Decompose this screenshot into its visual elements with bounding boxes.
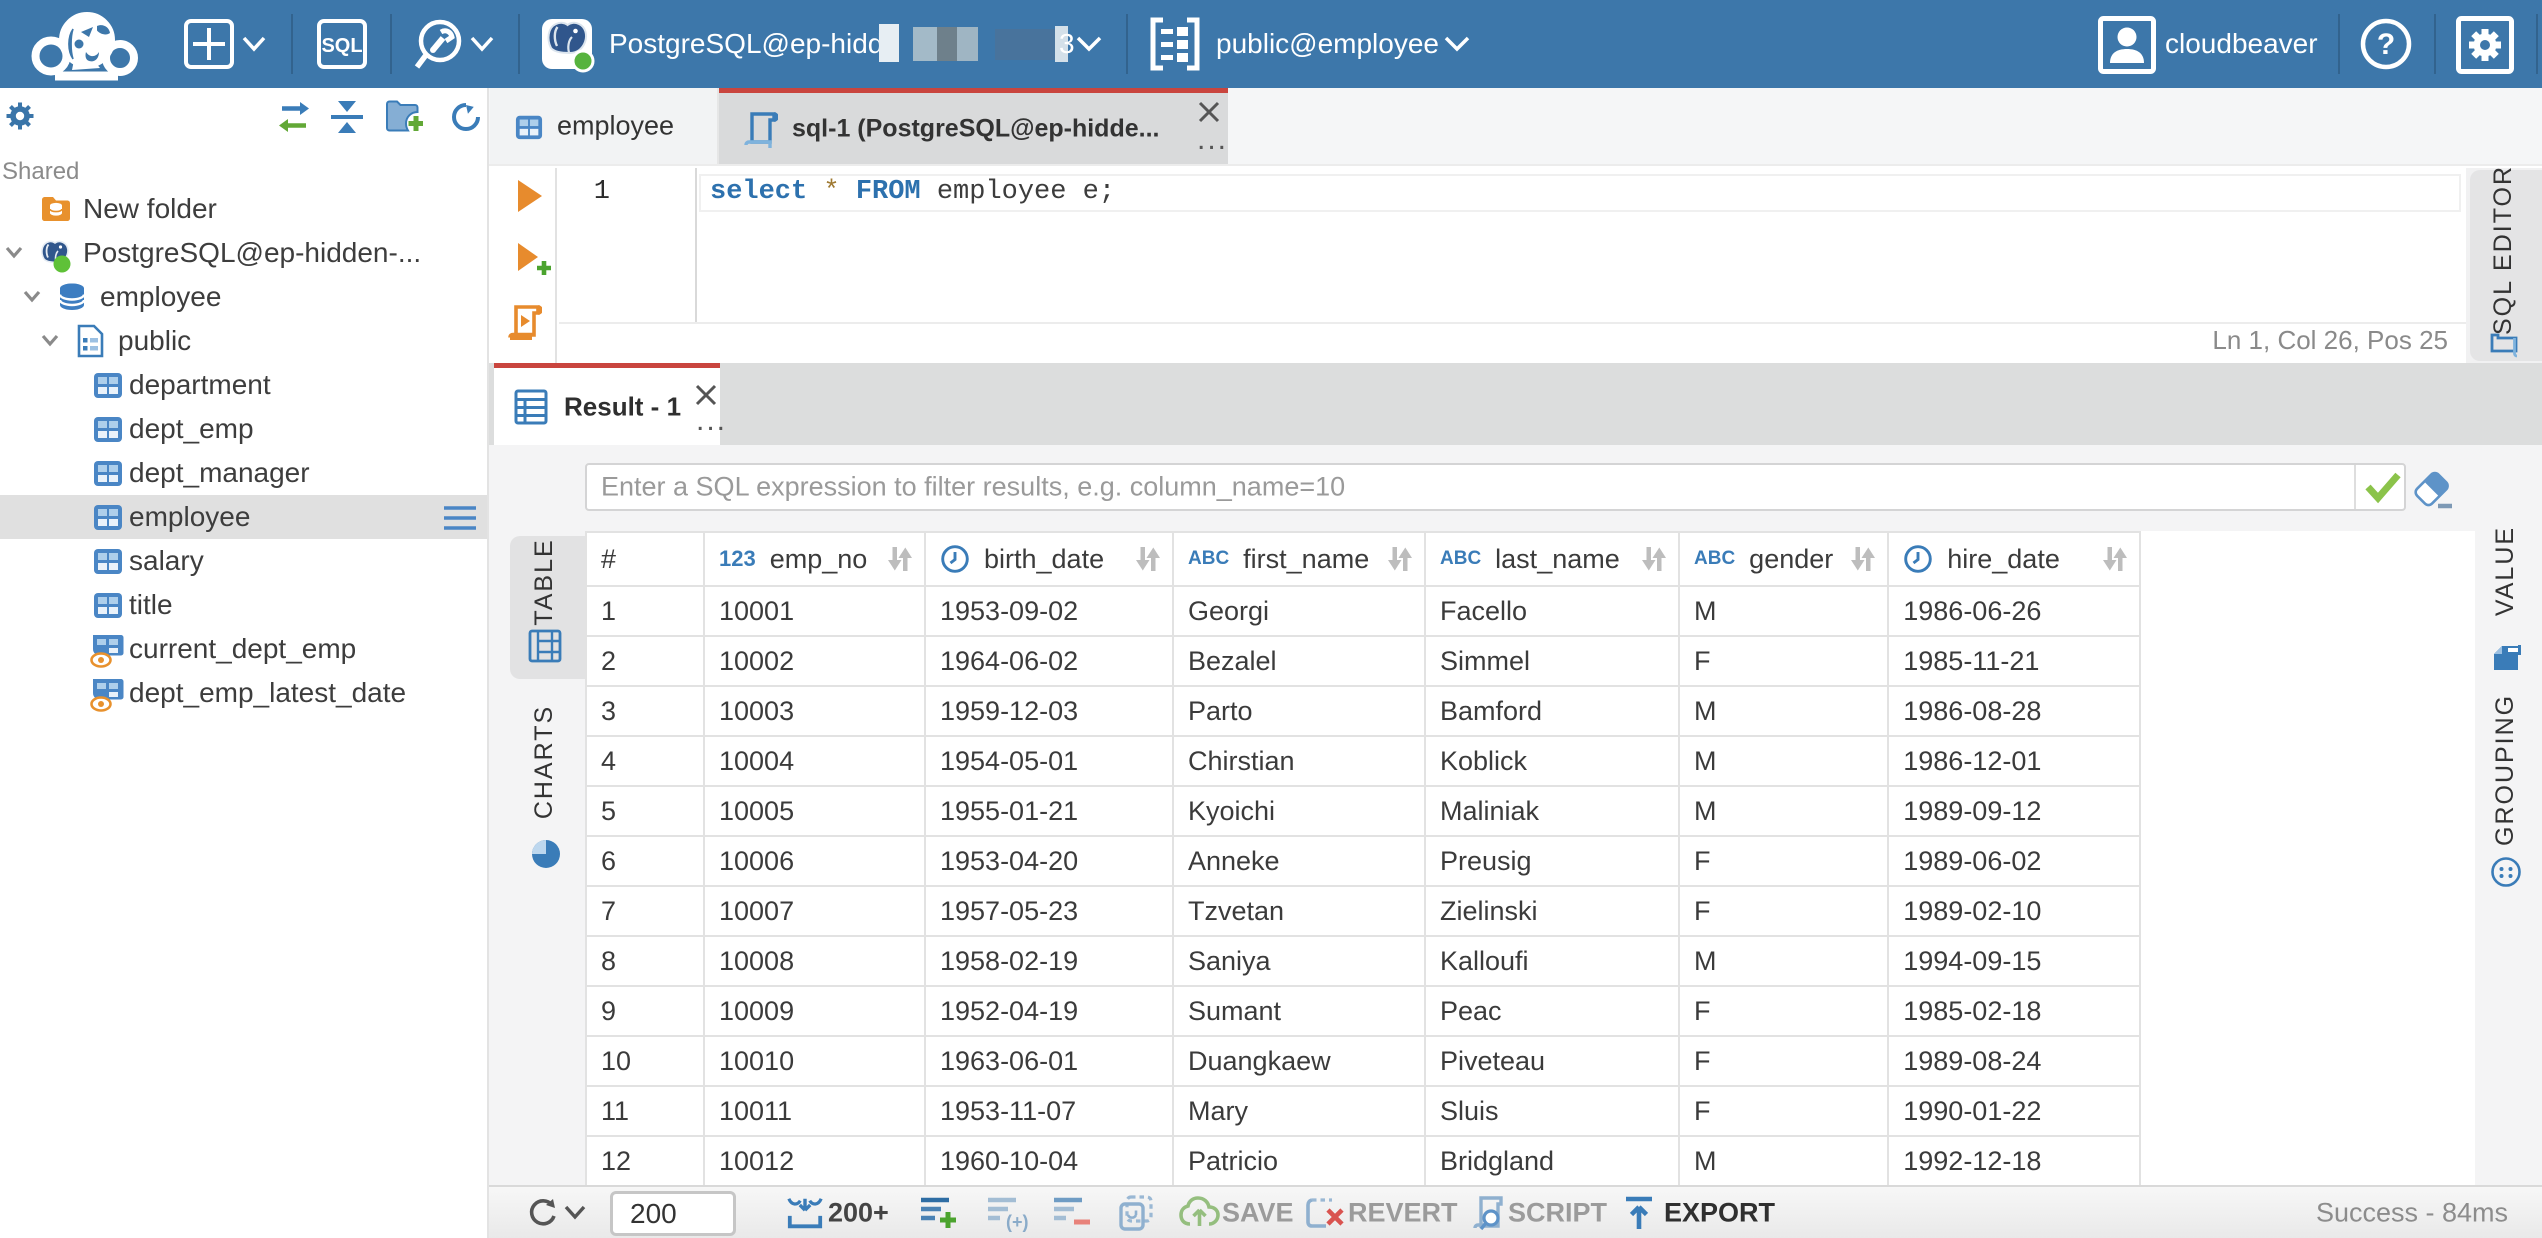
svg-text:?: ? [2377,28,2395,61]
svg-text:(+): (+) [1006,1212,1028,1232]
svg-text:SQL: SQL [321,35,362,57]
